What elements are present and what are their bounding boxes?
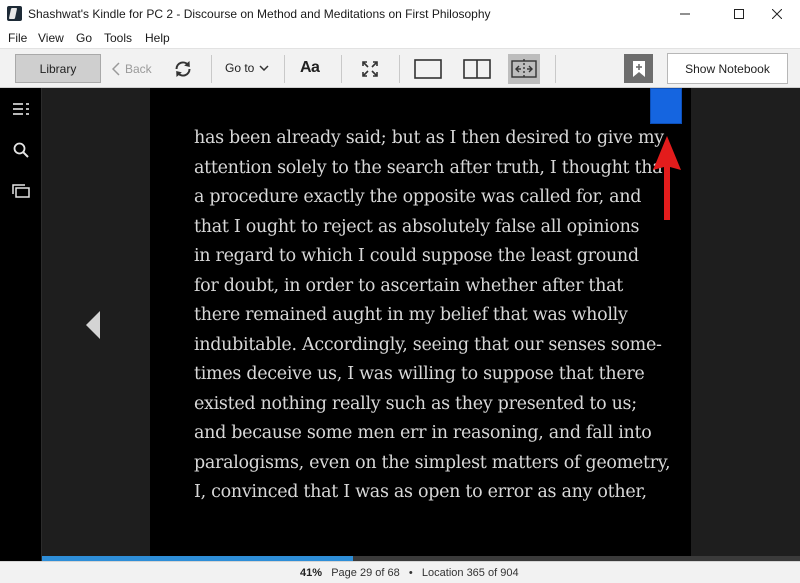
- menu-help[interactable]: Help: [145, 31, 170, 45]
- page-line: attention solely to the search after tru…: [194, 157, 670, 178]
- page-line: for doubt, in order to ascertain whether…: [194, 275, 623, 296]
- sync-icon: [175, 61, 191, 77]
- menu-bar: File View Go Tools Help: [0, 28, 800, 48]
- continuous-scroll-button[interactable]: [508, 54, 540, 84]
- page-line: has been already said; but as I then des…: [194, 128, 664, 148]
- toc-button[interactable]: [11, 99, 31, 119]
- go-to-button[interactable]: Go to: [225, 61, 269, 75]
- chevron-down-icon: [259, 65, 269, 71]
- single-column-icon: [414, 59, 442, 79]
- previous-page-button[interactable]: [84, 310, 102, 340]
- page-line: and because some men err in reasoning, a…: [194, 423, 652, 443]
- minimize-icon: [680, 13, 690, 15]
- bookmark-add-icon: [632, 60, 645, 77]
- two-column-button[interactable]: [462, 55, 492, 83]
- status-bar: 41% Page 29 of 68 • Location 365 of 904: [0, 561, 800, 583]
- previous-page-icon: [86, 311, 100, 339]
- toolbar-separator: [555, 55, 556, 83]
- kindle-app-icon: [7, 6, 22, 21]
- maximize-icon: [734, 9, 744, 19]
- table-of-contents-icon: [13, 103, 29, 115]
- toolbar-separator: [284, 55, 285, 83]
- page-line: times deceive us, I was willing to suppo…: [194, 364, 645, 384]
- status-text: 41% Page 29 of 68 • Location 365 of 904: [300, 567, 519, 579]
- menu-go[interactable]: Go: [76, 31, 92, 45]
- location-indicator: Location 365 of 904: [421, 567, 519, 579]
- back-label: Back: [125, 62, 152, 76]
- menu-file[interactable]: File: [8, 31, 27, 45]
- single-column-button[interactable]: [413, 55, 443, 83]
- flashcards-icon: [12, 184, 30, 198]
- back-button[interactable]: Back: [112, 59, 152, 79]
- page-line: paralogisms, even on the simplest matter…: [194, 452, 671, 473]
- page-indicator: Page 29 of 68: [331, 567, 400, 579]
- search-icon: [13, 142, 29, 158]
- page-line: in regard to which I could suppose the l…: [194, 246, 639, 266]
- status-separator: •: [408, 567, 413, 579]
- page-line: existed nothing really such as they pres…: [194, 393, 637, 414]
- page-line: I, convinced that I was as open to error…: [194, 482, 647, 502]
- fullscreen-button[interactable]: [360, 55, 380, 83]
- minimize-button[interactable]: [662, 0, 708, 28]
- sync-button[interactable]: [172, 58, 194, 80]
- toolbar: Library Back Go to Aa Show Notebook: [0, 48, 800, 88]
- continuous-scroll-icon: [511, 59, 537, 79]
- page-line: a procedure exactly the opposite was cal…: [194, 187, 642, 207]
- annotation-arrow: [653, 136, 681, 220]
- add-bookmark-button[interactable]: [624, 54, 653, 83]
- search-button[interactable]: [11, 140, 31, 160]
- toolbar-separator: [399, 55, 400, 83]
- font-settings-button[interactable]: Aa: [300, 59, 320, 77]
- menu-view[interactable]: View: [38, 31, 64, 45]
- page-line: there remained aught in my belief that w…: [194, 305, 628, 325]
- flashcards-button[interactable]: [11, 181, 31, 201]
- page-bookmark-ribbon[interactable]: [650, 88, 682, 124]
- menu-tools[interactable]: Tools: [104, 31, 132, 45]
- two-column-icon: [463, 59, 491, 79]
- toolbar-separator: [211, 55, 212, 83]
- page-line: indubitable. Accordingly, seeing that ou…: [194, 334, 662, 355]
- show-notebook-button[interactable]: Show Notebook: [667, 53, 788, 84]
- close-button[interactable]: [754, 0, 800, 28]
- go-to-label: Go to: [225, 61, 255, 75]
- progress-percent: 41%: [300, 567, 323, 579]
- page-line: that I ought to reject as absolutely fal…: [194, 216, 640, 237]
- close-icon: [772, 9, 782, 19]
- toolbar-separator: [341, 55, 342, 83]
- chevron-left-icon: [112, 62, 120, 76]
- library-button[interactable]: Library: [15, 54, 101, 83]
- window-title: Shashwat's Kindle for PC 2 - Discourse o…: [28, 7, 491, 21]
- reader-sidebar: [0, 88, 42, 564]
- fullscreen-icon: [362, 61, 378, 77]
- page-text: has been already said; but as I then des…: [194, 124, 674, 508]
- title-bar: Shashwat's Kindle for PC 2 - Discourse o…: [0, 0, 800, 28]
